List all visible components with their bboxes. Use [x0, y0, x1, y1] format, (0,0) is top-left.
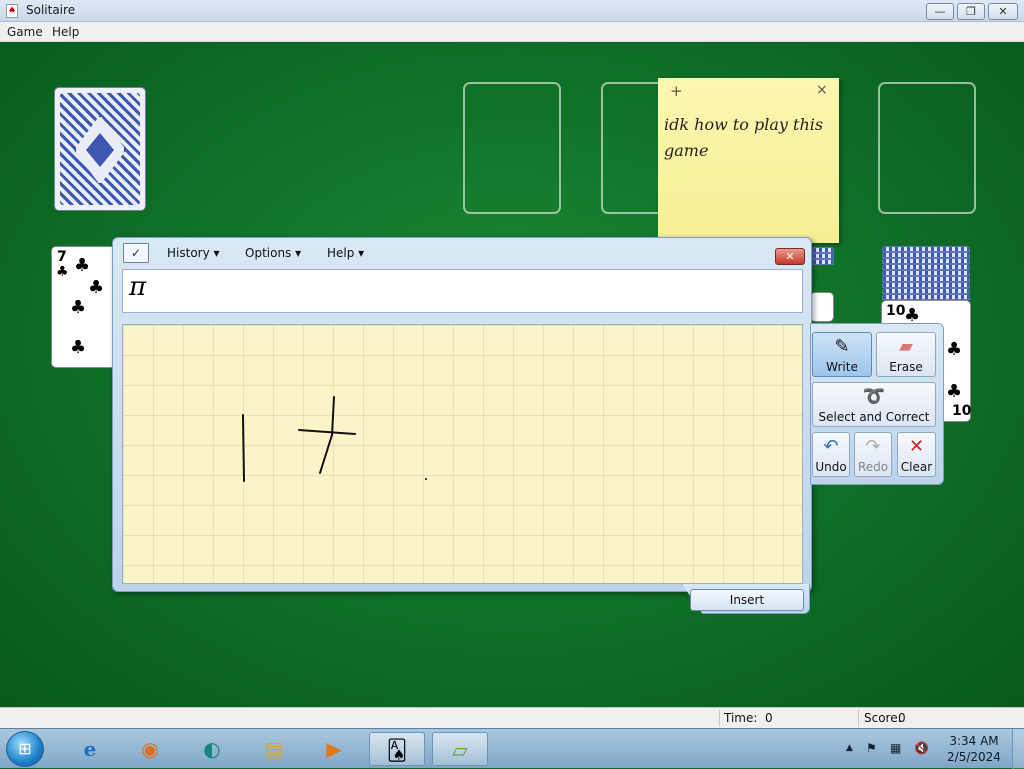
minimize-button[interactable]: —: [926, 3, 954, 20]
menu-game[interactable]: Game: [7, 25, 43, 39]
writing-pad[interactable]: [122, 324, 803, 584]
window-title: Solitaire: [26, 3, 76, 17]
ink-stroke: [319, 396, 335, 474]
recognized-text: π: [129, 272, 147, 302]
handwriting-strokes: [242, 396, 427, 482]
time-value: 0: [765, 711, 773, 725]
club-icon: ♣: [70, 297, 87, 318]
clock-date: 2/5/2024: [947, 750, 1001, 764]
status-bar: Time: 0 Score: 0: [0, 707, 1024, 728]
start-button[interactable]: ⊞: [6, 731, 44, 767]
club-icon: ♣: [56, 264, 69, 280]
redo-button[interactable]: ↷ Redo: [854, 432, 892, 477]
menu-help[interactable]: Help: [52, 25, 79, 39]
score-value: 0: [898, 711, 906, 725]
taskbar: ⊞ e ◉ ◐ ▤ ▶ 🂡 ▱ ▲ ⚑ ▦ 🔇 3:34 AM 2/5/2024: [0, 728, 1024, 769]
club-icon: ♣: [74, 255, 91, 276]
system-clock[interactable]: 3:34 AM 2/5/2024: [944, 733, 1004, 765]
firefox-icon[interactable]: ◉: [122, 732, 178, 766]
browser-app-icon[interactable]: ◐: [184, 732, 240, 766]
card-rank-bottom: 10: [952, 403, 972, 419]
history-menu[interactable]: History ▾: [167, 246, 220, 260]
card-rank: 10: [886, 303, 906, 319]
volume-muted-icon[interactable]: 🔇: [914, 741, 929, 755]
foundation-slot-1[interactable]: [463, 82, 561, 214]
status-divider: [719, 710, 720, 727]
restore-button[interactable]: ❐: [957, 3, 985, 20]
tableau-hidden-card: [812, 259, 834, 265]
ink-stroke: [242, 414, 245, 482]
tableau-card-partial[interactable]: [810, 292, 834, 322]
club-icon: ♣: [946, 339, 963, 360]
input-panel-close-button[interactable]: ✕: [775, 248, 805, 265]
stock-pile[interactable]: [54, 87, 146, 211]
close-button[interactable]: ✕: [988, 3, 1018, 20]
clear-button[interactable]: ✕ Clear: [897, 432, 936, 477]
show-hidden-icons-arrow-icon[interactable]: ▲: [846, 743, 853, 753]
pen-icon: ✎: [834, 336, 850, 357]
club-icon: ♣: [946, 381, 963, 402]
media-player-icon[interactable]: ▶: [306, 732, 362, 766]
sticky-notes-taskbar-icon[interactable]: ▱: [432, 732, 488, 766]
erase-button[interactable]: ▰ Erase: [876, 332, 936, 377]
options-menu[interactable]: Options ▾: [245, 246, 301, 260]
card-back-pattern: [60, 93, 140, 205]
undo-icon: ↶: [823, 436, 839, 457]
recognized-text-field[interactable]: π: [122, 269, 803, 313]
eraser-icon: ▰: [899, 336, 913, 357]
ink-dot: [425, 478, 427, 480]
ink-stroke: [298, 429, 356, 435]
handwriting-input-panel: ✓ History ▾ Options ▾ Help ▾ ✕ π: [112, 237, 812, 592]
time-label: Time:: [724, 711, 758, 725]
close-note-button[interactable]: ×: [816, 82, 828, 98]
lasso-icon: ➰: [862, 386, 886, 407]
club-icon: ♣: [88, 277, 105, 298]
help-menu[interactable]: Help ▾: [327, 246, 364, 260]
input-tools-panel: ✎ Write ▰ Erase ➰ Select and Correct ↶ U…: [810, 323, 944, 485]
sticky-note[interactable]: + × idk how to play this game: [658, 78, 839, 243]
card-rank: 7: [57, 249, 67, 265]
club-icon: ♣: [70, 337, 87, 358]
insert-button[interactable]: Insert: [690, 589, 804, 611]
internet-explorer-icon[interactable]: e: [62, 732, 118, 766]
write-button[interactable]: ✎ Write: [812, 332, 872, 377]
add-note-button[interactable]: +: [670, 82, 683, 100]
undo-button[interactable]: ↶ Undo: [812, 432, 850, 477]
score-label: Score:: [864, 711, 902, 725]
input-panel-icon: ✓: [123, 243, 149, 263]
clock-time: 3:34 AM: [949, 734, 999, 748]
action-center-flag-icon[interactable]: ⚑: [866, 741, 877, 755]
foundation-slot-4[interactable]: [878, 82, 976, 214]
select-and-correct-button[interactable]: ➰ Select and Correct: [812, 382, 936, 427]
network-icon[interactable]: ▦: [890, 741, 901, 755]
show-desktop-button[interactable]: [1012, 729, 1024, 769]
solitaire-app-icon: ♠: [6, 4, 18, 18]
sticky-note-text[interactable]: idk how to play this game: [664, 112, 832, 164]
status-divider: [858, 710, 859, 727]
menu-bar: Game Help: [0, 22, 1024, 42]
clear-icon: ✕: [908, 436, 925, 457]
file-explorer-icon[interactable]: ▤: [246, 732, 302, 766]
solitaire-taskbar-icon[interactable]: 🂡: [369, 732, 425, 766]
title-bar: ♠ Solitaire — ❐ ✕: [0, 0, 1024, 22]
redo-icon: ↷: [865, 436, 881, 457]
